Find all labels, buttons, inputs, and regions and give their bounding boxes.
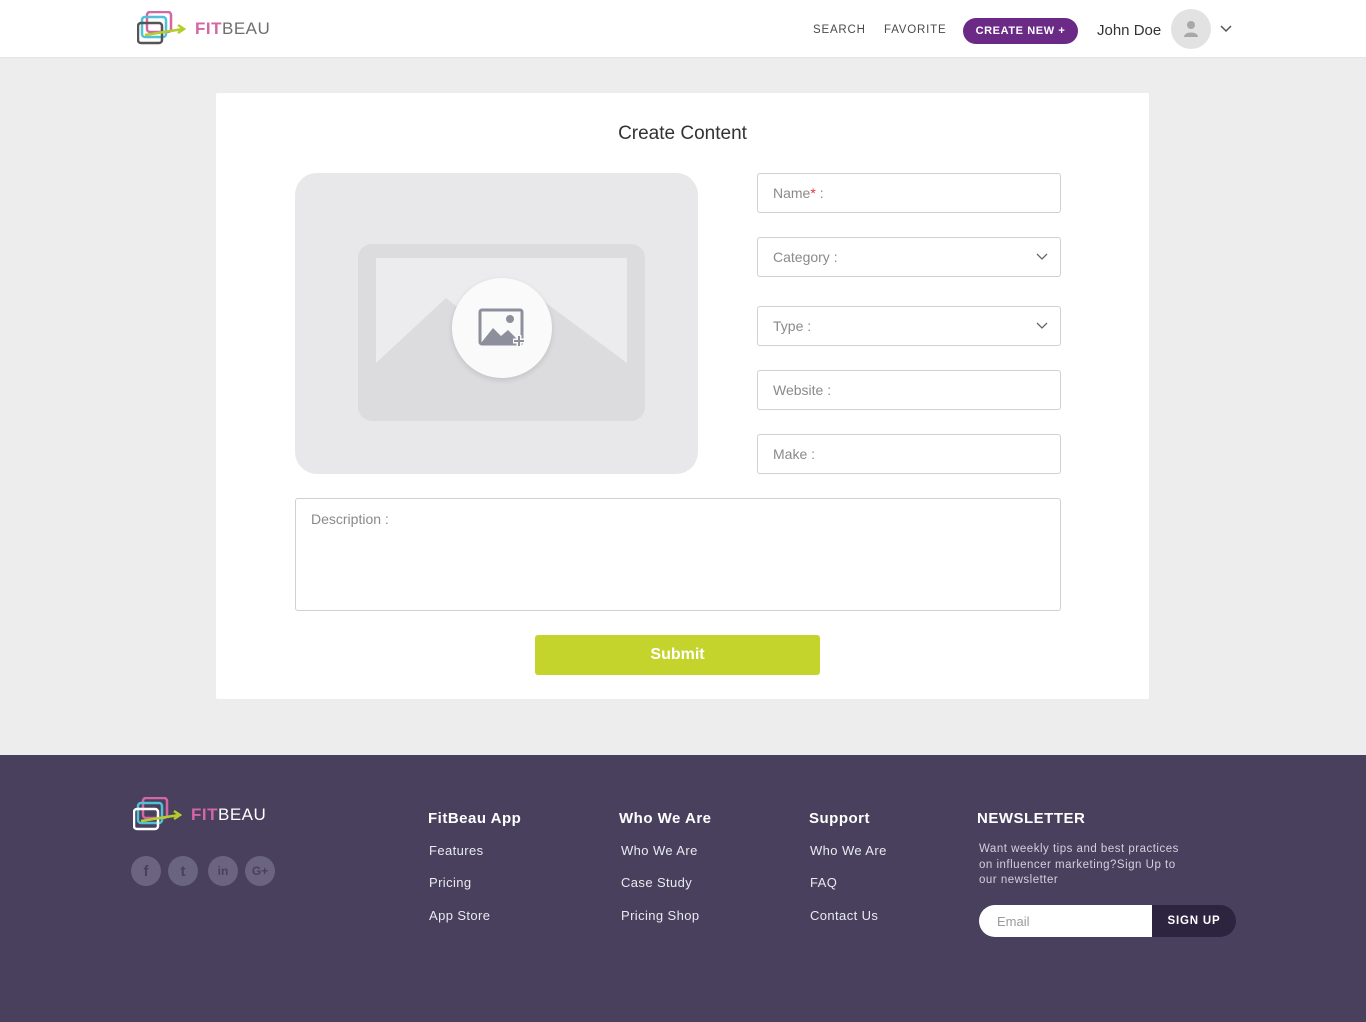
newsletter-title: NEWSLETTER	[977, 810, 1086, 827]
type-label: Type :	[773, 318, 812, 334]
linkedin-icon[interactable]: in	[208, 856, 238, 886]
footer-col-title-who: Who We Are	[619, 810, 712, 827]
create-content-card: Create Content Name * : Category : Type …	[216, 93, 1149, 699]
brand-logo[interactable]: FITBEAU	[136, 10, 270, 47]
image-upload-area[interactable]	[295, 173, 698, 474]
footer-link-support-who[interactable]: Who We Are	[810, 843, 887, 858]
facebook-icon[interactable]: f	[131, 856, 161, 886]
create-new-button[interactable]: CREATE NEW +	[963, 18, 1078, 44]
chevron-down-icon	[1036, 322, 1048, 329]
category-select[interactable]: Category :	[757, 237, 1061, 277]
footer-col-title-app: FitBeau App	[428, 810, 522, 827]
page-title: Create Content	[618, 123, 747, 144]
brand-fit: FIT	[195, 19, 222, 38]
logo-mark-icon	[136, 10, 187, 47]
add-image-button[interactable]	[452, 278, 552, 378]
footer-col-title-support: Support	[809, 810, 870, 827]
footer-brand-wordmark: FITBEAU	[191, 805, 267, 824]
site-footer: FITBEAU f t in G+ FitBeau App Features P…	[0, 755, 1366, 1022]
brand-beau: BEAU	[222, 19, 271, 38]
make-field[interactable]: Make :	[757, 434, 1061, 474]
description-label: Description :	[311, 511, 389, 527]
submit-button[interactable]: Submit	[535, 635, 820, 675]
footer-link-app-store[interactable]: App Store	[429, 908, 490, 923]
footer-brand-logo[interactable]: FITBEAU	[132, 796, 267, 833]
chevron-down-icon	[1036, 253, 1048, 260]
google-plus-icon[interactable]: G+	[245, 856, 275, 886]
make-label: Make :	[773, 446, 816, 462]
user-name[interactable]: John Doe	[1097, 22, 1161, 39]
website-label: Website :	[773, 382, 832, 398]
email-placeholder: Email	[997, 913, 1030, 929]
sign-up-button[interactable]: SIGN UP	[1152, 905, 1236, 937]
chevron-down-icon[interactable]	[1220, 25, 1232, 33]
newsletter-email-input[interactable]: Email	[979, 905, 1153, 937]
top-header: FITBEAU SEARCH FAVORITE CREATE NEW + Joh…	[0, 0, 1366, 58]
footer-link-faq[interactable]: FAQ	[810, 875, 837, 890]
name-label: Name	[773, 185, 811, 201]
avatar[interactable]	[1171, 9, 1211, 49]
nav-favorite[interactable]: FAVORITE	[884, 24, 946, 36]
footer-link-contact[interactable]: Contact Us	[810, 908, 878, 923]
newsletter-text: Want weekly tips and best practices on i…	[979, 843, 1179, 886]
user-icon	[1184, 21, 1198, 37]
category-label: Category :	[773, 249, 838, 265]
footer-link-pricing[interactable]: Pricing	[429, 875, 472, 890]
website-field[interactable]: Website :	[757, 370, 1061, 410]
type-select[interactable]: Type :	[757, 306, 1061, 346]
footer-link-features[interactable]: Features	[429, 843, 484, 858]
name-field[interactable]: Name * :	[757, 173, 1061, 213]
twitter-icon[interactable]: t	[168, 856, 198, 886]
add-image-icon	[478, 308, 525, 347]
description-textarea[interactable]: Description :	[295, 498, 1061, 611]
brand-wordmark: FITBEAU	[195, 19, 270, 39]
nav-search[interactable]: SEARCH	[813, 24, 866, 36]
logo-mark-icon	[132, 796, 183, 833]
footer-link-case-study[interactable]: Case Study	[621, 875, 692, 890]
name-label-suffix: :	[815, 185, 824, 201]
footer-link-who-we-are[interactable]: Who We Are	[621, 843, 698, 858]
footer-link-pricing-shop[interactable]: Pricing Shop	[621, 908, 700, 923]
